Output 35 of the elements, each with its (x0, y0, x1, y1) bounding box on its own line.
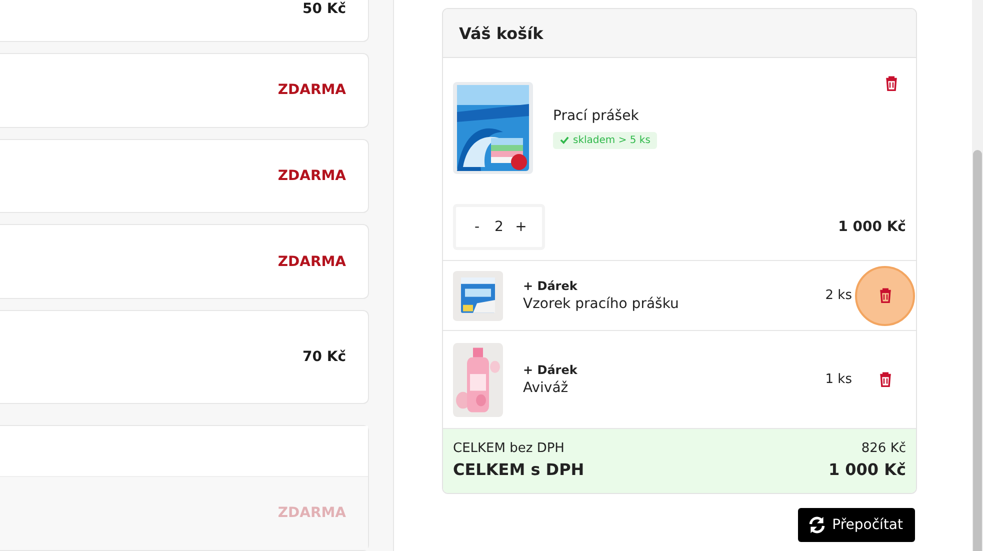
gift-label: + Dárek (523, 279, 578, 293)
option-card[interactable]: ZDARMA (0, 224, 369, 299)
trash-icon (878, 372, 892, 387)
trash-icon (878, 288, 892, 303)
gift-quantity: 2 ks (825, 288, 852, 303)
refresh-icon (808, 516, 826, 534)
gift-label: + Dárek (523, 363, 578, 377)
recalculate-button[interactable]: Přepočítat (798, 508, 915, 542)
total-label: CELKEM bez DPH (453, 441, 564, 456)
gift-name[interactable]: Vzorek pracího prášku (523, 296, 679, 312)
quantity-value[interactable]: 2 (492, 219, 506, 235)
option-card[interactable]: ZDARMA (0, 138, 369, 214)
product-name[interactable]: Prací prášek (553, 108, 658, 124)
option-card[interactable]: 70 Kč (0, 310, 369, 404)
total-value: 1 000 Kč (828, 460, 906, 479)
option-price: 50 Kč (302, 1, 346, 17)
option-price: ZDARMA (278, 82, 346, 98)
option-card[interactable]: ZDARMA (0, 52, 369, 128)
option-price: 70 Kč (302, 348, 346, 365)
item-price: 1 000 Kč (838, 219, 906, 235)
scrollbar-thumb[interactable] (973, 150, 982, 551)
total-label: CELKEM s DPH (453, 460, 584, 479)
increase-button[interactable]: + (506, 218, 536, 236)
gift-name[interactable]: Aviváž (523, 380, 578, 396)
option-price: ZDARMA (278, 505, 346, 522)
trash-icon (884, 76, 898, 90)
option-price: ZDARMA (278, 254, 346, 270)
stock-text: skladem > 5 ks (573, 134, 650, 146)
total-value: 826 Kč (861, 441, 906, 456)
option-card[interactable]: 50 Kč (0, 0, 369, 42)
gift-quantity: 1 ks (825, 372, 852, 387)
decrease-button[interactable]: - (462, 218, 492, 236)
option-price: ZDARMA (278, 168, 346, 184)
cart-title: Váš košík (459, 24, 544, 42)
check-icon (560, 136, 569, 144)
